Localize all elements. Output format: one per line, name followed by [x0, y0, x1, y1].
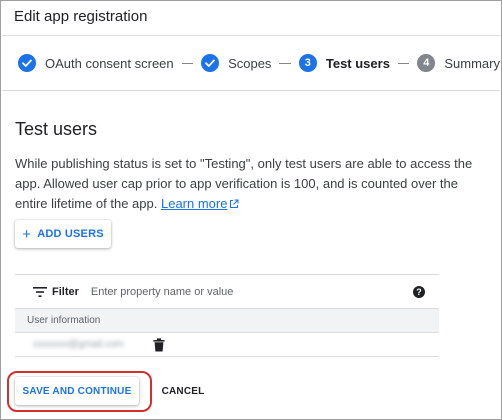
save-and-continue-button[interactable]: SAVE AND CONTINUE [15, 377, 139, 405]
filter-bar: Filter ? [15, 275, 439, 309]
step-label: Summary [444, 55, 500, 71]
learn-more-link[interactable]: Learn more [161, 196, 227, 211]
step-label: Scopes [228, 55, 272, 71]
test-users-table: Filter ? User information xxxxxxx@gmail.… [15, 274, 439, 357]
plus-icon: + [22, 225, 32, 243]
step-connector [397, 62, 410, 64]
step-oauth-consent-screen[interactable]: OAuth consent screen [18, 54, 174, 72]
user-email: xxxxxxx@gmail.com [33, 339, 124, 350]
add-users-button[interactable]: + ADD USERS [15, 220, 111, 248]
external-link-icon [230, 199, 239, 208]
trash-icon[interactable] [153, 338, 165, 352]
window-title: Edit app registration [14, 7, 148, 25]
section-title: Test users [15, 119, 98, 139]
step-scopes[interactable]: Scopes [201, 54, 271, 72]
dialog-frame: Edit app registration OAuth consent scre… [0, 0, 502, 420]
step-number-badge: 4 [417, 54, 436, 72]
filter-input[interactable] [90, 285, 341, 298]
step-label: OAuth consent screen [45, 55, 174, 71]
filter-icon [33, 286, 47, 297]
cancel-button[interactable]: CANCEL [155, 377, 211, 405]
table-row: xxxxxxx@gmail.com [15, 333, 439, 357]
filter-label: Filter [52, 285, 79, 298]
check-circle-icon [18, 54, 36, 72]
step-test-users[interactable]: 3 Test users [298, 54, 390, 72]
step-connector [181, 62, 194, 64]
section-description: While publishing status is set to "Testi… [15, 154, 489, 214]
step-label: Test users [325, 55, 390, 71]
step-connector [279, 62, 291, 64]
check-circle-icon [201, 54, 220, 72]
column-header-user-information: User information [15, 309, 439, 333]
step-summary[interactable]: 4 Summary [417, 54, 500, 72]
help-icon[interactable]: ? [413, 286, 425, 298]
step-number-badge: 3 [298, 54, 317, 72]
add-users-label: ADD USERS [37, 228, 104, 240]
description-text: While publishing status is set to "Testi… [15, 156, 473, 211]
stepper: OAuth consent screen Scopes 3 Test users… [2, 35, 500, 91]
